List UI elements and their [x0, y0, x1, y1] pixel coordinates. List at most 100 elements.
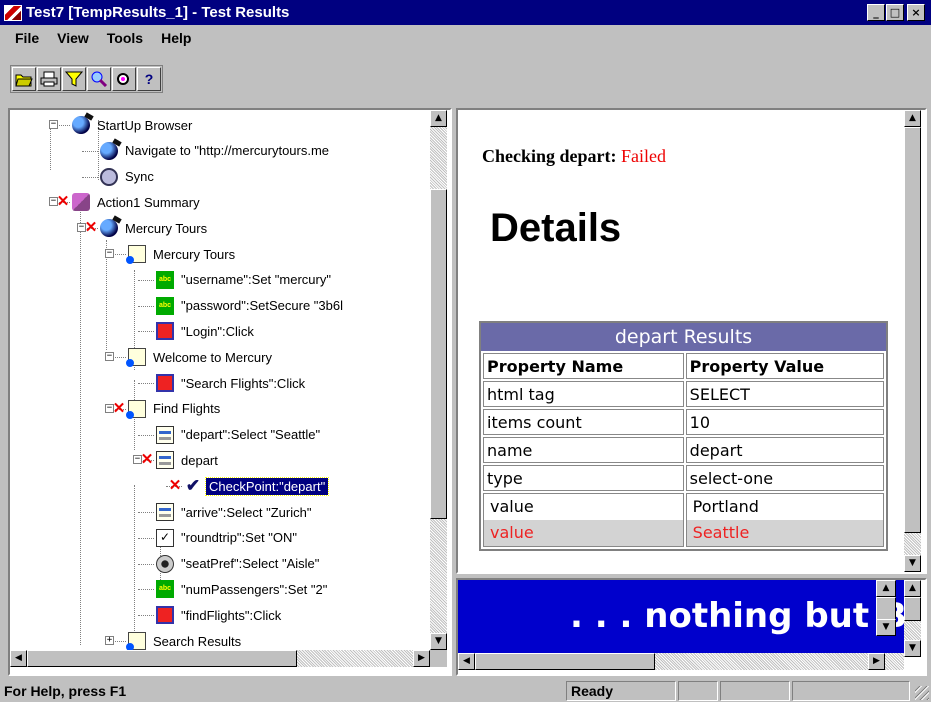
find-button[interactable]: [87, 67, 111, 91]
tree-item[interactable]: "seatPref":Select "Aisle": [156, 552, 322, 576]
filter-button[interactable]: [62, 67, 86, 91]
banner-horizontal-scrollbar[interactable]: ◀ ▶: [458, 653, 904, 670]
radio-icon: [156, 554, 174, 573]
scroll-thumb[interactable]: [876, 597, 896, 621]
tree-item[interactable]: "Search Flights":Click: [156, 371, 308, 395]
tree-item[interactable]: Welcome to Mercury: [126, 345, 275, 369]
edit-box-icon: abc: [156, 270, 174, 289]
goto-icon: [117, 73, 129, 85]
tree-item[interactable]: ✓ "roundtrip":Set "ON": [156, 526, 300, 550]
scroll-down-button[interactable]: ▼: [876, 619, 896, 636]
menu-help[interactable]: Help: [152, 28, 200, 48]
test-tree-pane[interactable]: − StartUp Browser Navigate to "http://merc…: [8, 108, 452, 676]
tree-item[interactable]: abc "numPassengers":Set "2": [156, 577, 330, 601]
tree-expander[interactable]: −: [49, 120, 58, 129]
scroll-thumb[interactable]: [904, 597, 921, 621]
goto-button[interactable]: [112, 67, 136, 91]
button-object-icon: [156, 374, 174, 392]
edit-box-icon: abc: [156, 296, 174, 315]
menu-file[interactable]: File: [6, 28, 48, 48]
tree-item[interactable]: ✕ depart: [140, 448, 221, 472]
tree-item[interactable]: abc "username":Set "mercury": [156, 268, 334, 292]
scroll-down-button[interactable]: ▼: [904, 640, 921, 657]
open-icon: [15, 74, 33, 87]
tree-item[interactable]: "findFlights":Click: [156, 603, 284, 627]
tree-vertical-scrollbar[interactable]: ▲ ▼: [430, 110, 447, 650]
scroll-thumb-horizontal[interactable]: [475, 653, 655, 670]
status-help-text: For Help, press F1: [4, 683, 127, 699]
tree-item[interactable]: ✕ Mercury Tours: [84, 216, 210, 240]
property-value: SELECT: [685, 381, 884, 407]
tree-item-label: Mercury Tours: [125, 220, 208, 236]
menu-bar: File View Tools Help: [0, 26, 931, 50]
tree-item-label: Welcome to Mercury: [153, 349, 272, 365]
checkbox-icon: ✓: [156, 528, 174, 547]
property-name: name: [483, 437, 684, 463]
failed-x-icon: ✕: [168, 477, 182, 495]
tree-horizontal-scrollbar[interactable]: ◀ ▶: [10, 650, 430, 667]
tree-item[interactable]: "depart":Select "Seattle": [156, 423, 323, 447]
banner-pane[interactable]: . . . nothing but Blu ▲ ▼ ▲ ▼ ◀ ▶: [456, 578, 927, 676]
tree-item[interactable]: StartUp Browser: [72, 113, 195, 137]
app-icon[interactable]: [4, 4, 22, 21]
scroll-right-button[interactable]: ▶: [413, 650, 430, 667]
help-button[interactable]: ?: [137, 67, 161, 91]
print-button[interactable]: [37, 67, 61, 91]
scroll-right-button[interactable]: ▶: [868, 653, 885, 670]
globe-icon: [72, 116, 90, 134]
tree-item[interactable]: Navigate to "http://mercurytours.me: [100, 139, 332, 163]
status-panel: [720, 681, 790, 701]
checkpoint-status-line: Checking depart: Failed: [482, 146, 666, 167]
actual-value-name: value: [484, 520, 683, 546]
tree-connector: [82, 176, 98, 178]
tree-expander[interactable]: −: [105, 352, 114, 362]
results-table: depart Results Property Name Property Va…: [479, 321, 888, 551]
scroll-corner: [430, 650, 447, 667]
menu-view[interactable]: View: [48, 28, 98, 48]
checking-label: Checking depart: [482, 146, 611, 166]
tree-item-selected[interactable]: ✕ ✔ CheckPoint:"depart": [168, 474, 330, 498]
scroll-up-button[interactable]: ▲: [904, 580, 921, 597]
tree-item[interactable]: Search Results: [126, 629, 244, 650]
scroll-left-button[interactable]: ◀: [10, 650, 27, 667]
menu-tools[interactable]: Tools: [98, 28, 152, 48]
scroll-thumb[interactable]: [904, 127, 921, 533]
tree-item[interactable]: abc "password":SetSecure "3b6l: [156, 294, 346, 318]
scroll-thumb-horizontal[interactable]: [27, 650, 297, 667]
open-button[interactable]: [12, 67, 36, 91]
banner-inner-scrollbar[interactable]: ▲ ▼: [876, 580, 896, 636]
maximize-button[interactable]: □: [886, 4, 904, 21]
scroll-up-button[interactable]: ▲: [876, 580, 896, 597]
details-pane[interactable]: Checking depart: Failed Details depart R…: [456, 108, 927, 574]
tree-connector: [138, 537, 154, 539]
property-value: 10: [685, 409, 884, 435]
banner-vertical-scrollbar[interactable]: ▲ ▼: [904, 580, 921, 657]
failed-x-icon: ✕: [84, 219, 98, 237]
scroll-up-button[interactable]: ▲: [904, 110, 921, 127]
table-row: name depart: [483, 437, 884, 463]
tree-item[interactable]: ✕ Find Flights: [112, 397, 223, 421]
tree-expander[interactable]: +: [105, 636, 114, 645]
tree-item-label: "seatPref":Select "Aisle": [181, 556, 320, 572]
scroll-thumb[interactable]: [430, 189, 447, 519]
close-button[interactable]: ×: [907, 4, 925, 21]
tree-connector: [138, 589, 154, 591]
tree-connector: [138, 331, 154, 333]
tree-expander[interactable]: −: [105, 249, 114, 258]
scroll-up-button[interactable]: ▲: [430, 110, 447, 127]
page-icon: [126, 348, 146, 368]
tree-item[interactable]: "arrive":Select "Zurich": [156, 500, 314, 524]
minimize-button[interactable]: _: [867, 4, 885, 21]
tree-item[interactable]: "Login":Click: [156, 319, 257, 343]
scroll-down-button[interactable]: ▼: [904, 555, 921, 572]
resize-grip[interactable]: [915, 686, 929, 700]
scroll-down-button[interactable]: ▼: [430, 633, 447, 650]
scroll-left-button[interactable]: ◀: [458, 653, 475, 670]
table-header-row: Property Name Property Value: [483, 353, 884, 379]
tree-guide-line: [134, 485, 135, 650]
tree-item[interactable]: ✕ Action1 Summary: [56, 190, 203, 214]
tree-item[interactable]: Mercury Tours: [126, 242, 238, 266]
details-vertical-scrollbar[interactable]: ▲ ▼: [904, 110, 921, 572]
expected-value: Portland: [692, 497, 759, 516]
tree-item[interactable]: Sync: [100, 165, 157, 189]
